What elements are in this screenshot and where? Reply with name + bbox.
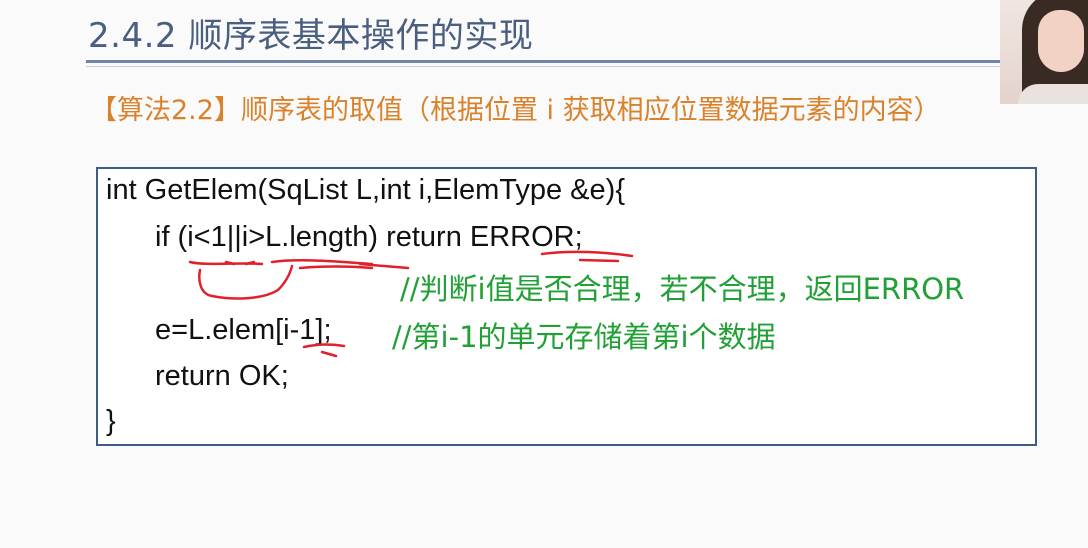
presenter-video-icon (1000, 0, 1088, 104)
code-comment-assign: //第i-1的单元存储着第i个数据 (392, 320, 776, 354)
title-divider (86, 60, 1006, 63)
title-divider-thin (86, 66, 1006, 67)
code-line-close-brace: } (106, 405, 116, 437)
code-line-signature: int GetElem(SqList L,int i,ElemType &e){ (106, 174, 625, 206)
code-line-return: return OK; (155, 360, 289, 392)
slide-title: 2.4.2 顺序表基本操作的实现 (88, 16, 534, 56)
algorithm-heading: 【算法2.2】顺序表的取值（根据位置 i 获取相应位置数据元素的内容） (90, 95, 941, 126)
code-line-assign: e=L.elem[i-1]; (155, 314, 332, 346)
code-comment-bounds: //判断i值是否合理，若不合理，返回ERROR (400, 272, 965, 306)
code-line-bounds-check: if (i<1||i>L.length) return ERROR; (155, 221, 583, 253)
